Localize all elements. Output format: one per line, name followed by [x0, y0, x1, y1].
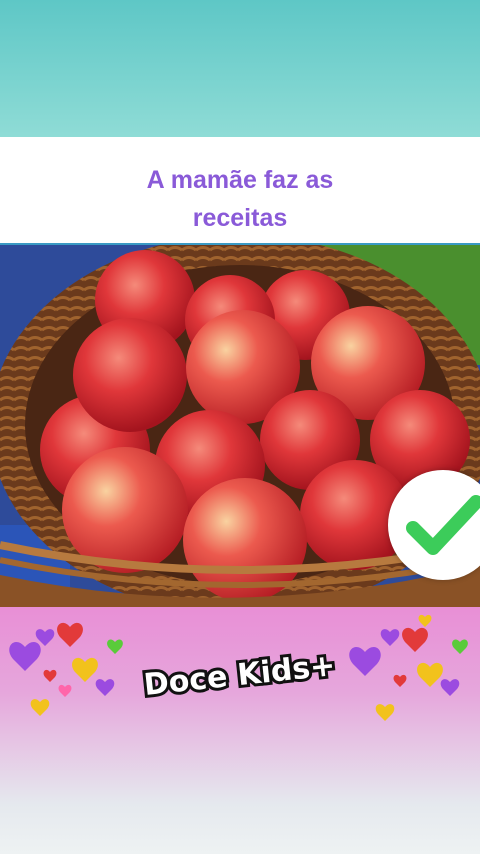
caption-text: A mamãe faz as receitas — [0, 161, 480, 237]
hearts-cluster-icon — [9, 622, 123, 716]
doce-kids-logo: Doce Kids+ — [139, 645, 340, 706]
check-badge — [388, 470, 480, 580]
logo-text: Doce Kids+ — [142, 648, 337, 703]
check-icon — [406, 495, 480, 555]
caption-box: A mamãe faz as receitas — [0, 137, 480, 245]
top-background — [0, 0, 480, 137]
hearts-cluster-icon-right — [349, 614, 468, 721]
caption-line-2: receitas — [192, 204, 288, 232]
caption-line-1: A mamãe faz as — [146, 166, 334, 194]
